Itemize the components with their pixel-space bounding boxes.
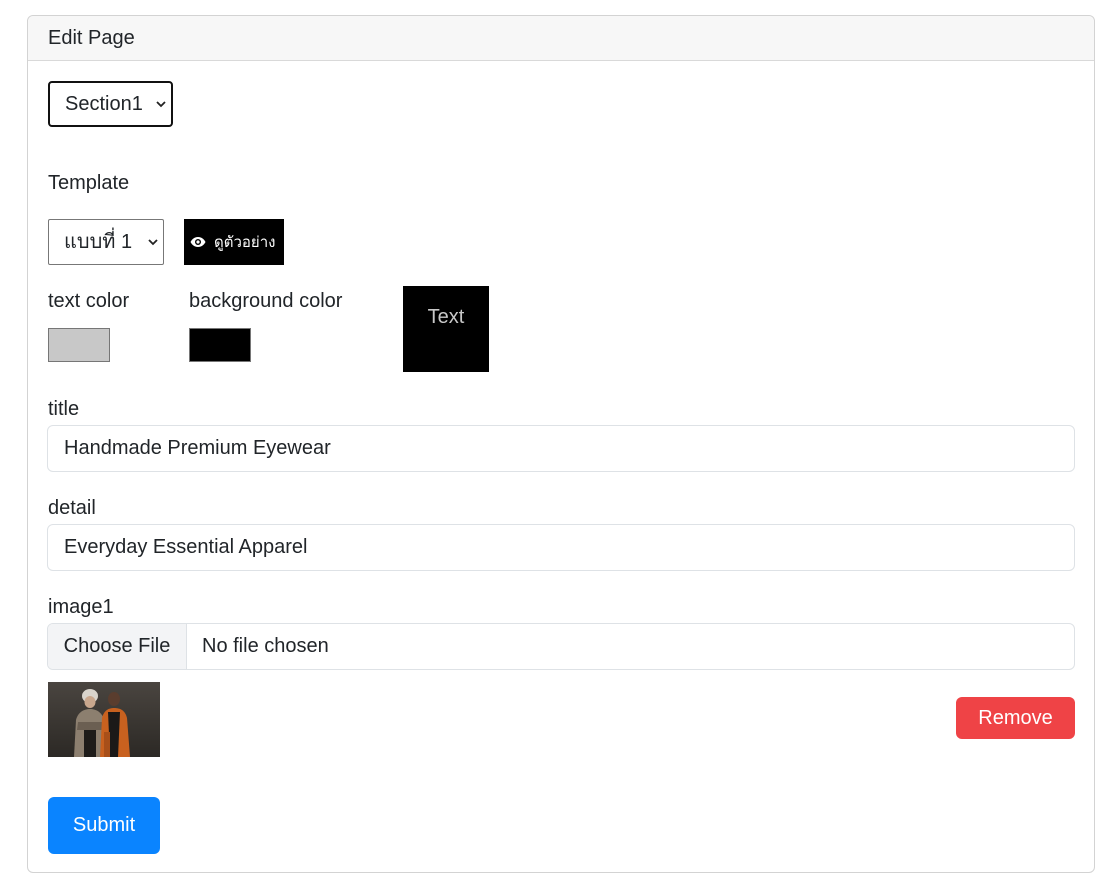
eye-icon — [190, 237, 206, 247]
background-color-label: background color — [189, 290, 343, 312]
image1-label: image1 — [48, 596, 114, 618]
template-select-value: แบบที่ 1 — [64, 231, 133, 253]
image1-file-input[interactable]: Choose File No file chosen — [47, 623, 1075, 670]
color-preview-text: Text — [427, 306, 465, 328]
card-header: Edit Page — [28, 16, 1094, 61]
color-preview-box: Text — [403, 286, 489, 372]
template-label: Template — [48, 172, 130, 194]
title-label: title — [48, 398, 80, 420]
title-input[interactable]: Handmade Premium Eyewear — [47, 425, 1075, 472]
section-select-value: Section1 — [65, 93, 143, 115]
detail-label: detail — [48, 497, 96, 519]
background-color-picker[interactable] — [189, 328, 251, 362]
text-color-picker[interactable] — [48, 328, 110, 362]
preview-button-label: ดูตัวอย่าง — [214, 234, 276, 251]
chevron-down-icon — [148, 239, 158, 246]
file-status: No file chosen — [202, 635, 329, 657]
preview-button[interactable]: ดูตัวอย่าง — [184, 219, 284, 265]
template-select[interactable]: แบบที่ 1 — [48, 219, 164, 265]
submit-button[interactable]: Submit — [48, 797, 160, 854]
choose-file-button[interactable]: Choose File — [48, 624, 187, 669]
page-title: Edit Page — [48, 27, 135, 49]
detail-input[interactable]: Everyday Essential Apparel — [47, 524, 1075, 571]
remove-button[interactable]: Remove — [956, 697, 1075, 739]
image1-thumbnail — [48, 682, 160, 757]
text-color-label: text color — [48, 290, 130, 312]
section-select[interactable]: Section1 — [48, 81, 173, 127]
chevron-down-icon — [156, 101, 166, 108]
